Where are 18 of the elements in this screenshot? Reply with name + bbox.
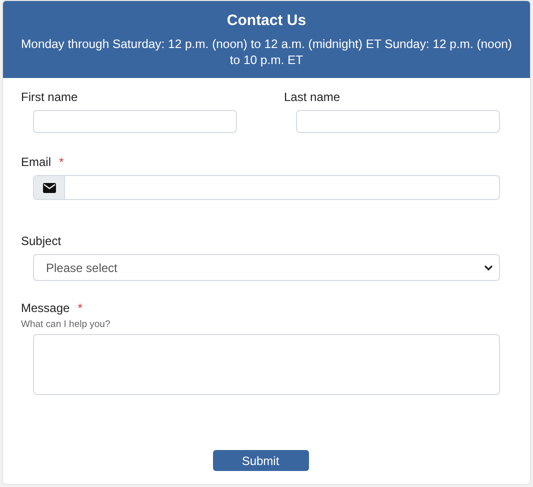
submit-button[interactable]: Submit (212, 450, 308, 471)
required-mark: * (78, 301, 82, 315)
chevron-icon (484, 264, 493, 270)
hours-text: Monday through Saturday: 12 p.m. (noon) to 12 a.m. (midnight) ET Sunday: 12 p.m. (noon) to 10 p.m. ET (20, 36, 513, 68)
form-title: Contact Us (226, 12, 306, 29)
field-hint: What can I help you? (21, 319, 112, 330)
input-field[interactable] (33, 110, 237, 133)
message-field[interactable] (33, 334, 500, 395)
field-label: Email (21, 155, 52, 169)
field-label: Message (21, 301, 70, 315)
field-label: Subject (21, 234, 62, 248)
field-label: Last name (284, 90, 340, 104)
email-field[interactable] (33, 175, 500, 200)
envelope-icon (42, 182, 56, 192)
subject-dropdown[interactable]: Please select (33, 254, 500, 281)
field-label: First name (21, 90, 78, 104)
input-field[interactable] (296, 110, 500, 133)
required-mark: * (59, 155, 64, 169)
